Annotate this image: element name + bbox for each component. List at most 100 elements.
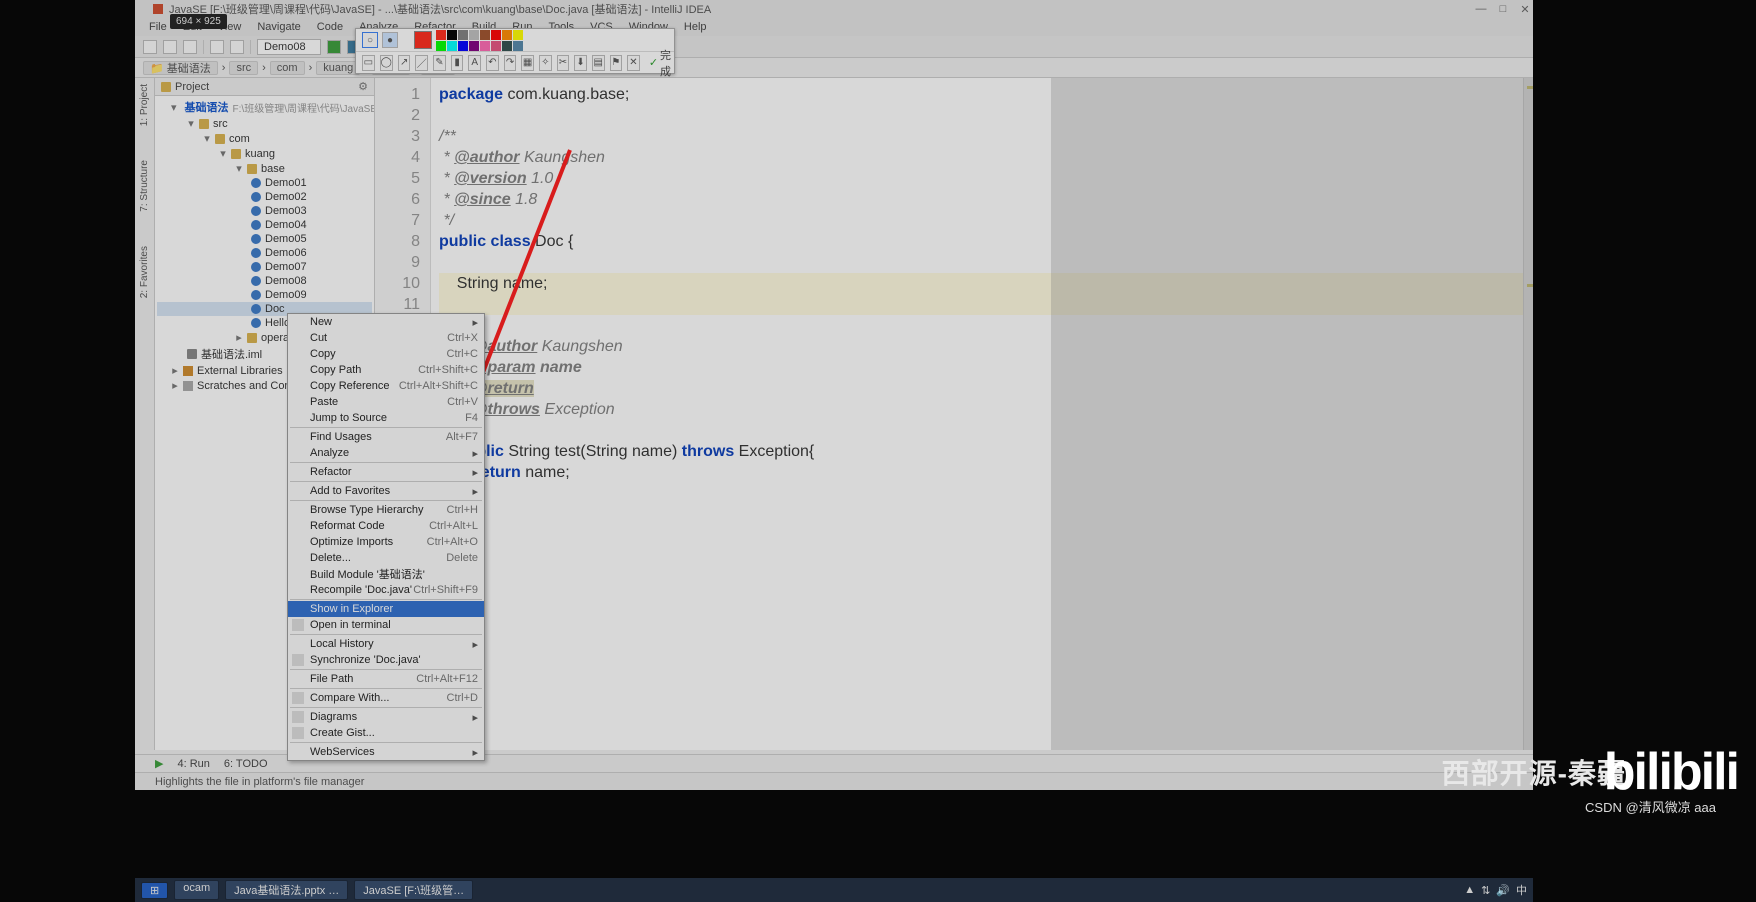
menu-code[interactable]: Code (313, 20, 347, 34)
ctx-compare-with-[interactable]: Compare With...Ctrl+D (288, 690, 484, 706)
tool-redo-icon[interactable]: ↷ (504, 55, 517, 71)
tree-src[interactable]: ▾ src (157, 116, 372, 131)
favorites-tool-button[interactable]: 2: Favorites (137, 244, 152, 300)
tool-undo-icon[interactable]: ↶ (486, 55, 499, 71)
run-config-combo[interactable]: Demo08 (257, 39, 321, 55)
system-tray[interactable]: ▲ ⇅ 🔊 中 (1464, 882, 1527, 898)
color-swatch[interactable] (447, 41, 457, 51)
tool-save-icon[interactable]: ▤ (592, 55, 605, 71)
ctx-copy-path[interactable]: Copy PathCtrl+Shift+C (288, 362, 484, 378)
tree-file-Demo01[interactable]: Demo01 (157, 176, 372, 190)
tray-icon[interactable]: ▲ (1464, 884, 1475, 896)
tool-line-icon[interactable]: ／ (415, 55, 428, 71)
shape-circle-icon[interactable]: ○ (362, 32, 378, 48)
refresh-button[interactable] (183, 40, 197, 54)
tool-pen-icon[interactable]: ✎ (433, 55, 446, 71)
ctx-copy[interactable]: CopyCtrl+C (288, 346, 484, 362)
close-button[interactable]: ✕ (1517, 3, 1533, 16)
ctx-synchronize-doc-java-[interactable]: Synchronize 'Doc.java' (288, 652, 484, 668)
run-button[interactable] (327, 40, 341, 54)
volume-icon[interactable]: 🔊 (1496, 884, 1510, 897)
color-swatch[interactable] (480, 41, 490, 51)
menu-file[interactable]: File (145, 20, 171, 34)
shape-dot-icon[interactable]: ● (382, 32, 398, 48)
color-swatch[interactable] (458, 41, 468, 51)
ctx-local-history[interactable]: Local History▸ (288, 636, 484, 652)
current-color-swatch[interactable] (414, 31, 432, 49)
color-swatch[interactable] (480, 30, 490, 40)
ctx-webservices[interactable]: WebServices▸ (288, 744, 484, 760)
save-button[interactable] (163, 40, 177, 54)
tree-file-Demo05[interactable]: Demo05 (157, 232, 372, 246)
tool-counter-icon[interactable]: ✧ (539, 55, 552, 71)
tool-ellipse-icon[interactable]: ◯ (380, 55, 393, 71)
taskbar-item[interactable]: ocam (174, 880, 219, 900)
color-swatch[interactable] (491, 41, 501, 51)
color-swatch[interactable] (513, 41, 523, 51)
ctx-diagrams[interactable]: Diagrams▸ (288, 709, 484, 725)
annotation-toolbar[interactable]: ○ ● ▭ ◯ ↗ ／ ✎ ▮ A ↶ ↷ ▦ ✧ ✂ ⬇ ▤ ⚑ ✕ ✓完成 (355, 28, 675, 74)
back-button[interactable] (210, 40, 224, 54)
ctx-find-usages[interactable]: Find UsagesAlt+F7 (288, 429, 484, 445)
maximize-button[interactable]: □ (1495, 3, 1511, 15)
tree-file-Demo03[interactable]: Demo03 (157, 204, 372, 218)
color-swatch[interactable] (436, 30, 446, 40)
tool-arrow-icon[interactable]: ↗ (398, 55, 411, 71)
crumb-2[interactable]: com (270, 61, 305, 75)
color-swatch[interactable] (513, 30, 523, 40)
ctx-new[interactable]: New▸ (288, 314, 484, 330)
color-swatch[interactable] (447, 30, 457, 40)
color-swatch[interactable] (458, 30, 468, 40)
menu-navigate[interactable]: Navigate (253, 20, 304, 34)
taskbar-item[interactable]: Java基础语法.pptx … (225, 880, 348, 900)
ctx-open-in-terminal[interactable]: Open in terminal (288, 617, 484, 633)
ctx-show-in-explorer[interactable]: Show in Explorer (288, 601, 484, 617)
tool-download-icon[interactable]: ⬇ (574, 55, 587, 71)
ctx-optimize-imports[interactable]: Optimize ImportsCtrl+Alt+O (288, 534, 484, 550)
ctx-file-path[interactable]: File PathCtrl+Alt+F12 (288, 671, 484, 687)
start-button[interactable]: ⊞ (141, 882, 168, 899)
breadcrumb[interactable]: 📁 基础语法›src›com›kuang›base›Doc (135, 58, 1533, 78)
ctx-browse-type-hierarchy[interactable]: Browse Type HierarchyCtrl+H (288, 502, 484, 518)
ctx-delete-[interactable]: Delete...Delete (288, 550, 484, 566)
color-swatch[interactable] (436, 41, 446, 51)
project-tool-button[interactable]: 1: Project (137, 82, 152, 128)
color-swatch[interactable] (502, 41, 512, 51)
crumb-0[interactable]: 📁 基础语法 (143, 61, 218, 75)
minimize-button[interactable]: — (1473, 3, 1489, 15)
network-icon[interactable]: ⇅ (1481, 884, 1490, 897)
tool-text-icon[interactable]: A (468, 55, 481, 71)
ctx-create-gist-[interactable]: Create Gist... (288, 725, 484, 741)
tool-marker-icon[interactable]: ▮ (451, 55, 464, 71)
ctx-analyze[interactable]: Analyze▸ (288, 445, 484, 461)
ctx-reformat-code[interactable]: Reformat CodeCtrl+Alt+L (288, 518, 484, 534)
crumb-3[interactable]: kuang (316, 61, 360, 75)
ctx-recompile-doc-java-[interactable]: Recompile 'Doc.java'Ctrl+Shift+F9 (288, 582, 484, 598)
tree-file-Demo08[interactable]: Demo08 (157, 274, 372, 288)
todo-tool-button[interactable]: 6: TODO (224, 758, 268, 770)
context-menu[interactable]: New▸CutCtrl+XCopyCtrl+CCopy PathCtrl+Shi… (287, 313, 485, 761)
gear-icon[interactable]: ⚙ (358, 80, 368, 93)
crumb-1[interactable]: src (229, 61, 258, 75)
tree-file-Demo06[interactable]: Demo06 (157, 246, 372, 260)
tree-file-Demo02[interactable]: Demo02 (157, 190, 372, 204)
ctx-add-to-favorites[interactable]: Add to Favorites▸ (288, 483, 484, 499)
ctx-paste[interactable]: PasteCtrl+V (288, 394, 484, 410)
tree-com[interactable]: ▾ com (157, 131, 372, 146)
run-tool-button[interactable]: 4: Run (177, 758, 209, 770)
tree-file-Demo07[interactable]: Demo07 (157, 260, 372, 274)
color-swatch[interactable] (469, 41, 479, 51)
tool-pin-icon[interactable]: ⚑ (610, 55, 623, 71)
ime-icon[interactable]: 中 (1516, 882, 1527, 898)
ctx-cut[interactable]: CutCtrl+X (288, 330, 484, 346)
tree-kuang[interactable]: ▾ kuang (157, 146, 372, 161)
menu-help[interactable]: Help (680, 20, 711, 34)
windows-taskbar[interactable]: ⊞ ocam Java基础语法.pptx … JavaSE [F:\班级管… ▲ ⇅… (135, 878, 1533, 902)
taskbar-item[interactable]: JavaSE [F:\班级管… (354, 880, 473, 900)
tool-cancel-icon[interactable]: ✕ (627, 55, 640, 71)
color-swatch[interactable] (491, 30, 501, 40)
color-swatch[interactable] (502, 30, 512, 40)
tree-root[interactable]: ▾ 基础语法 F:\班级管理\周课程\代码\JavaSE\基础语法 (157, 98, 372, 116)
complete-button[interactable]: ✓完成 (649, 47, 674, 79)
color-swatch[interactable] (469, 30, 479, 40)
